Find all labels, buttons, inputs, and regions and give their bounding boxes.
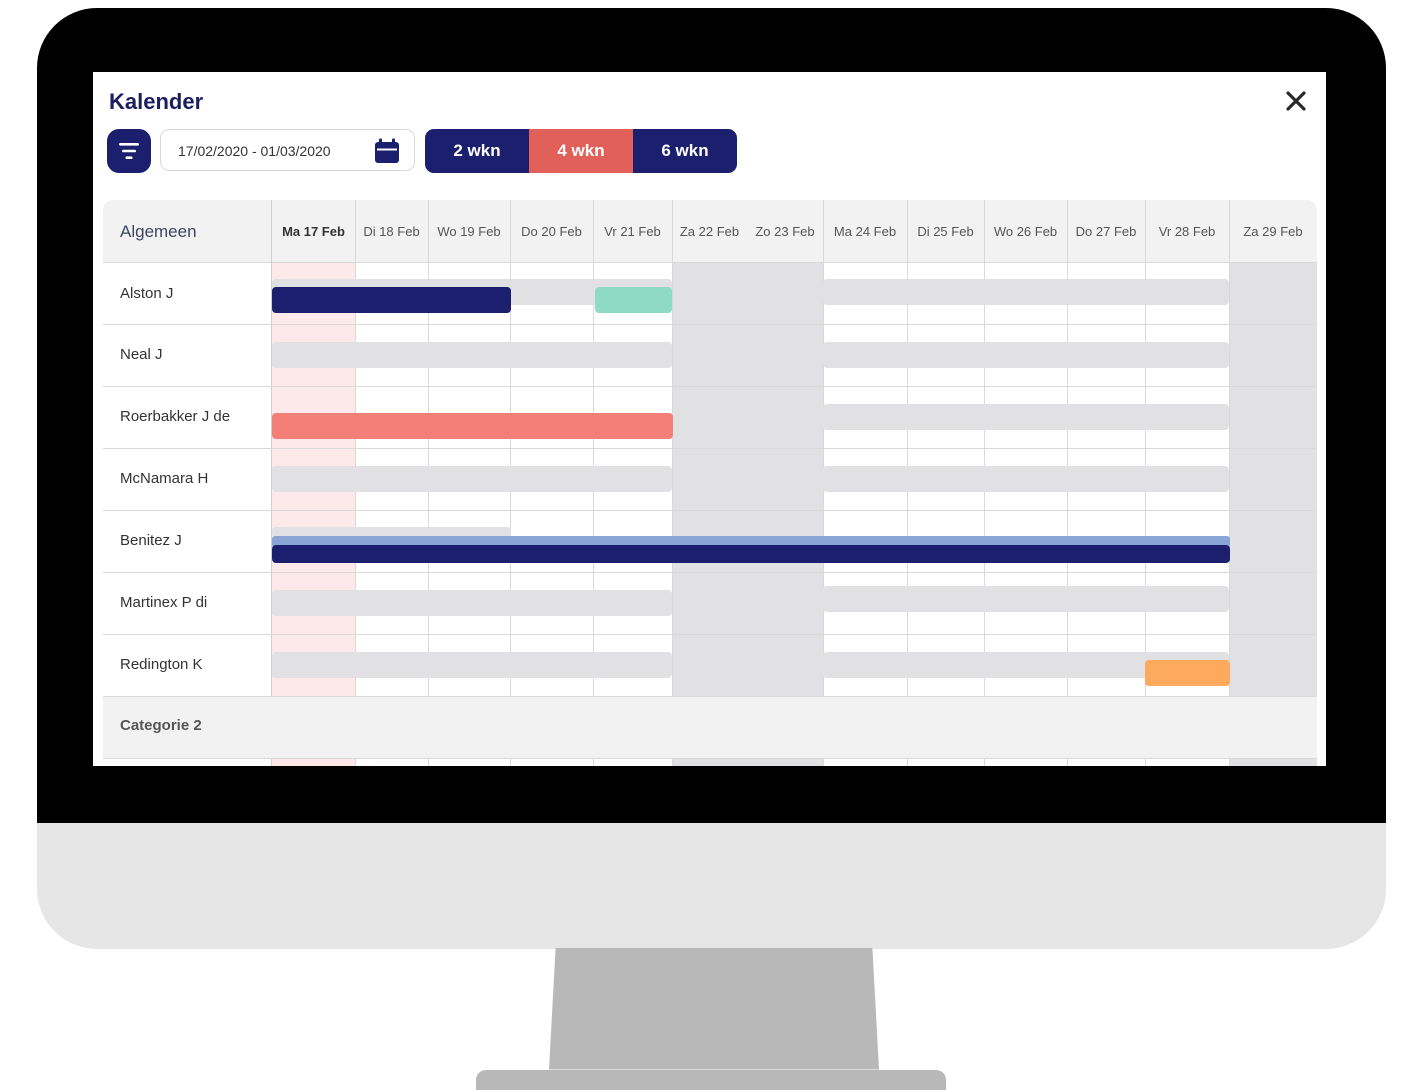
day-header-di-25-feb[interactable]: Di 25 Feb [907, 200, 984, 262]
grid-vline [672, 200, 673, 766]
date-range-field[interactable]: 17/02/2020 - 01/03/2020 [160, 129, 415, 171]
range-toggle: 2 wkn 4 wkn 6 wkn [425, 129, 737, 173]
person-name[interactable]: Alston J [120, 285, 173, 302]
filter-button[interactable] [107, 129, 151, 173]
close-icon[interactable] [1284, 89, 1308, 113]
row-divider [103, 758, 1317, 759]
today-column [272, 263, 355, 766]
weekend-column-29 [1229, 263, 1317, 696]
availability-bar[interactable] [823, 586, 1229, 612]
availability-bar[interactable] [272, 342, 672, 368]
availability-bar[interactable] [823, 342, 1229, 368]
row-divider [103, 572, 1317, 573]
filter-icon [119, 143, 139, 159]
person-name[interactable]: Benitez J [120, 532, 182, 549]
monitor-foot [476, 1070, 946, 1090]
page-title: Kalender [109, 89, 204, 114]
availability-bar[interactable] [272, 590, 672, 616]
date-range-value: 17/02/2020 - 01/03/2020 [178, 143, 331, 159]
row-divider [103, 696, 1317, 697]
range-6-weeks-button[interactable]: 6 wkn [633, 129, 737, 173]
person-name[interactable]: Redington K [120, 656, 203, 673]
person-name[interactable]: Martinex P di [120, 594, 207, 611]
availability-bar[interactable] [823, 466, 1229, 492]
day-header-za-22-feb[interactable]: Za 22 Feb [672, 200, 747, 262]
weekend-column-22-23-cat2 [672, 758, 823, 766]
category-label: Categorie 2 [120, 717, 202, 734]
day-header-do-27-feb[interactable]: Do 27 Feb [1067, 200, 1145, 262]
calendar-grid: Algemeen Ma 17 Feb Di 18 Feb Wo 19 Feb D… [103, 200, 1317, 766]
availability-bar[interactable] [272, 466, 672, 492]
row-divider [103, 324, 1317, 325]
day-header-ma-24-feb[interactable]: Ma 24 Feb [823, 200, 907, 262]
day-header-zo-23-feb[interactable]: Zo 23 Feb [747, 200, 823, 262]
event-bar[interactable] [595, 287, 672, 313]
monitor-stand [549, 948, 879, 1070]
availability-bar[interactable] [823, 279, 1229, 305]
screen: Kalender 17/02/2020 - 01/03/2020 2 wkn 4… [93, 72, 1326, 766]
day-header-vr-28-feb[interactable]: Vr 28 Feb [1145, 200, 1229, 262]
person-name[interactable]: Roerbakker J de [120, 408, 230, 425]
day-header-vr-21-feb[interactable]: Vr 21 Feb [593, 200, 672, 262]
calendar-icon[interactable] [374, 138, 400, 164]
day-header-za-29-feb[interactable]: Za 29 Feb [1229, 200, 1317, 262]
day-header-di-18-feb[interactable]: Di 18 Feb [355, 200, 428, 262]
day-header-do-20-feb[interactable]: Do 20 Feb [510, 200, 593, 262]
row-divider [103, 510, 1317, 511]
availability-bar[interactable] [823, 404, 1229, 430]
event-bar[interactable] [1145, 660, 1230, 686]
row-divider [103, 634, 1317, 635]
range-2-weeks-button[interactable]: 2 wkn [425, 129, 529, 173]
group-header-algemeen: Algemeen [120, 222, 197, 241]
monitor-chin [37, 823, 1386, 949]
day-header-wo-19-feb[interactable]: Wo 19 Feb [428, 200, 510, 262]
availability-bar[interactable] [272, 652, 672, 678]
weekend-column-22-23 [672, 263, 823, 696]
category-row[interactable]: Categorie 2 [103, 696, 1317, 758]
event-bar[interactable] [272, 545, 1230, 563]
range-4-weeks-button[interactable]: 4 wkn [529, 129, 633, 173]
day-header-wo-26-feb[interactable]: Wo 26 Feb [984, 200, 1067, 262]
weekend-column-29-cat2 [1229, 758, 1317, 766]
calendar-header: Algemeen Ma 17 Feb Di 18 Feb Wo 19 Feb D… [103, 200, 1317, 263]
event-bar[interactable] [272, 413, 673, 439]
day-header-ma-17-feb[interactable]: Ma 17 Feb [272, 200, 355, 262]
row-divider [103, 386, 1317, 387]
row-divider [103, 448, 1317, 449]
event-bar[interactable] [272, 287, 511, 313]
person-name[interactable]: McNamara H [120, 470, 208, 487]
person-name[interactable]: Neal J [120, 346, 163, 363]
